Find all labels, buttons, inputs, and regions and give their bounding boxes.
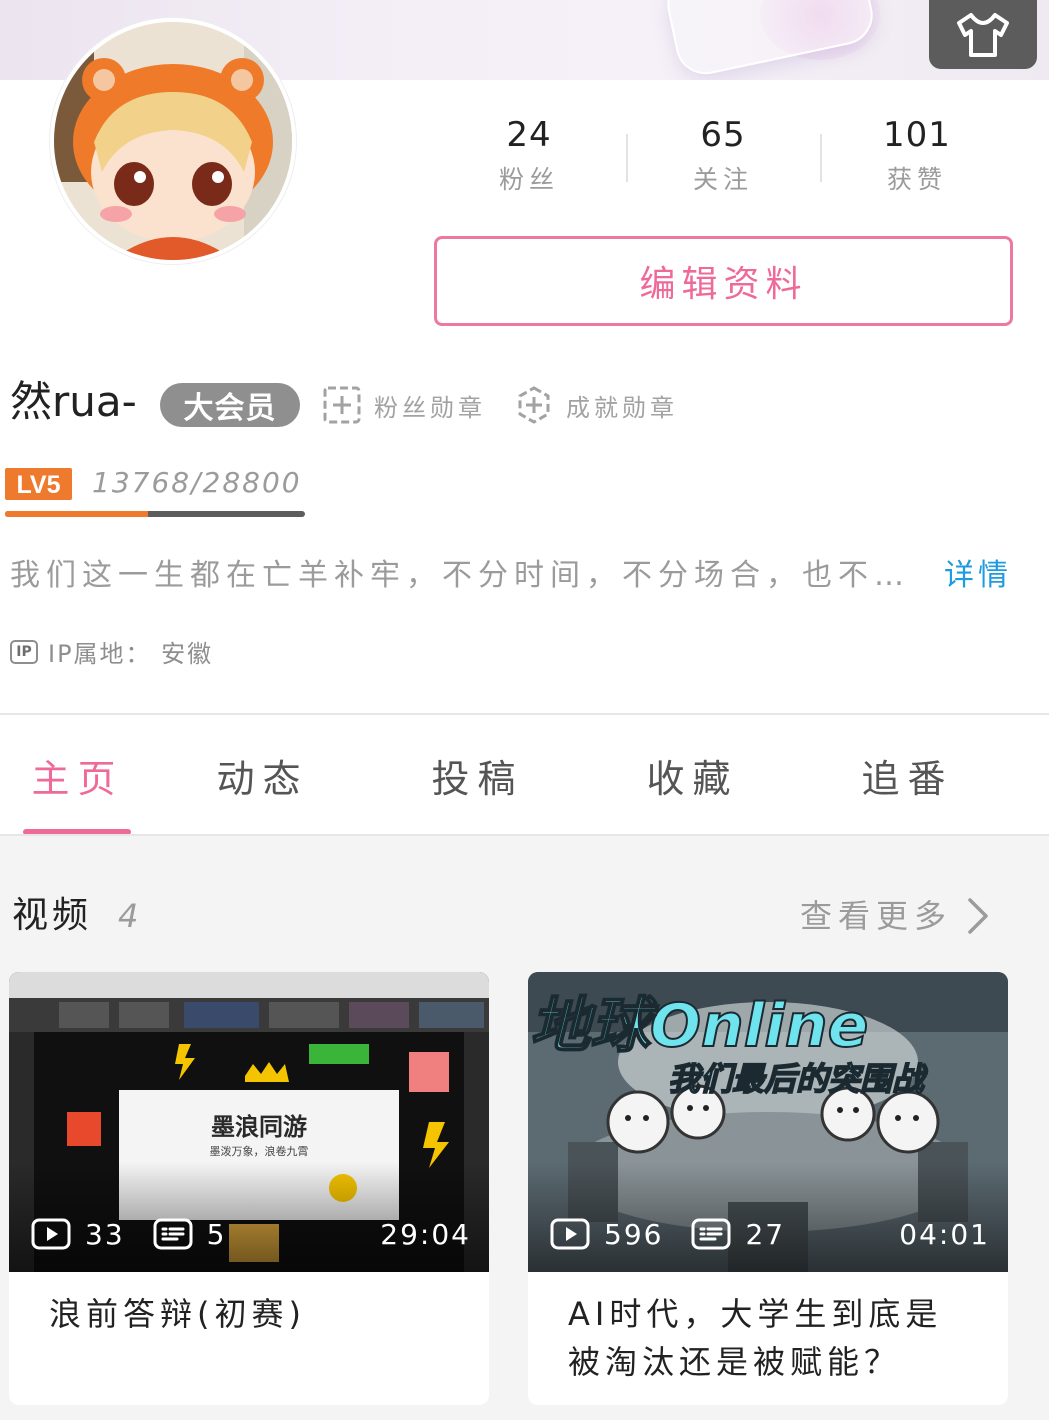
tab-label: 主页 xyxy=(31,756,124,801)
section-title: 视频 xyxy=(12,895,93,936)
video-meta: 33 5 29:04 xyxy=(31,1214,471,1254)
tab-label: 动态 xyxy=(216,756,309,801)
exp-progress-fill xyxy=(5,511,149,517)
add-achievement-icon xyxy=(518,386,550,424)
thumbnail-subtitle: 墨泼万象，浪卷九霄 xyxy=(210,1144,309,1158)
ip-location-text: IP属地： 安徽 xyxy=(48,640,214,668)
stat-value: 101 xyxy=(883,115,951,155)
stat-likes[interactable]: 101 获赞 xyxy=(820,110,1014,210)
video-card[interactable]: 地球Online 我们最后的突围战 596 27 04:01 AI时代，大学生到… xyxy=(528,972,1008,1405)
vip-badge[interactable]: 大会员 xyxy=(160,383,300,427)
avatar[interactable] xyxy=(50,18,296,264)
level-badge-text: LV5 xyxy=(17,471,61,499)
profile-tabs: 主页 动态 投稿 收藏 追番 xyxy=(0,715,1049,835)
play-count: 596 xyxy=(604,1217,664,1251)
stat-label: 获赞 xyxy=(886,165,947,194)
tab-home[interactable]: 主页 xyxy=(0,715,155,835)
bio-detail-link[interactable]: 详情 xyxy=(944,553,1012,599)
fan-medal-label: 粉丝勋章 xyxy=(374,393,486,422)
thumbnail-title: 墨浪同游 xyxy=(211,1112,307,1141)
stat-label: 粉丝 xyxy=(498,165,559,194)
edit-profile-button[interactable]: 编辑资料 xyxy=(434,236,1013,326)
stat-label: 关注 xyxy=(692,165,753,194)
tab-uploads[interactable]: 投稿 xyxy=(370,715,585,835)
play-count: 33 xyxy=(85,1217,125,1251)
play-count-icon xyxy=(550,1218,590,1250)
stat-fans[interactable]: 24 粉丝 xyxy=(432,110,626,210)
profile-stats: 24 粉丝 65 关注 101 获赞 xyxy=(432,110,1014,210)
achievement-medal-button[interactable]: 成就勋章 xyxy=(514,382,678,428)
see-more-link[interactable]: 查看更多 xyxy=(800,893,990,939)
video-duration: 29:04 xyxy=(380,1217,471,1251)
avatar-image xyxy=(54,22,292,260)
dress-up-button[interactable] xyxy=(929,0,1037,69)
danmaku-count: 5 xyxy=(206,1217,227,1251)
video-thumbnail: 墨浪同游 墨泼万象，浪卷九霄 33 5 29:04 xyxy=(9,972,489,1272)
thumbnail-subtitle: 我们最后的突围战 xyxy=(668,1060,928,1098)
ip-icon: IP xyxy=(10,639,38,664)
video-title: AI时代，大学生到底是被淘汰还是被赋能？ xyxy=(568,1295,943,1381)
video-duration: 04:01 xyxy=(899,1217,990,1251)
video-meta: 596 27 04:01 xyxy=(550,1214,990,1254)
exp-text: 13768/28800 xyxy=(92,466,302,499)
video-card[interactable]: 墨浪同游 墨泼万象，浪卷九霄 33 5 29:04 浪前答辩(初赛) xyxy=(9,972,489,1405)
bio-text: 我们这一生都在亡羊补牢，不分时间，不分场合，也不… xyxy=(10,558,910,593)
danmaku-icon xyxy=(153,1218,193,1250)
tshirt-icon xyxy=(957,12,1009,57)
tab-label: 追番 xyxy=(861,756,954,801)
stat-following[interactable]: 65 关注 xyxy=(626,110,820,210)
stat-value: 24 xyxy=(506,115,552,155)
add-medal-icon xyxy=(323,386,361,424)
level-badge[interactable]: LV5 xyxy=(5,468,72,500)
thumbnail-title: 地球Online xyxy=(530,991,868,1061)
section-count: 4 xyxy=(118,897,139,935)
tab-bangumi[interactable]: 追番 xyxy=(800,715,1015,835)
ip-location: IP IP属地： 安徽 xyxy=(10,634,213,669)
danmaku-icon xyxy=(691,1218,731,1250)
tab-label: 收藏 xyxy=(646,756,739,801)
achievement-medal-label: 成就勋章 xyxy=(566,393,678,422)
tab-favorites[interactable]: 收藏 xyxy=(585,715,800,835)
see-more-label: 查看更多 xyxy=(800,897,953,935)
play-count-icon xyxy=(31,1218,71,1250)
fan-medal-button[interactable]: 粉丝勋章 xyxy=(322,382,486,428)
banner-decoration xyxy=(661,0,879,80)
username: 然rua- xyxy=(10,377,137,426)
tab-label: 投稿 xyxy=(431,756,524,801)
danmaku-count: 27 xyxy=(745,1217,786,1251)
stat-value: 65 xyxy=(700,115,746,155)
exp-progress-bar xyxy=(5,511,305,517)
video-thumbnail: 地球Online 我们最后的突围战 596 27 04:01 xyxy=(528,972,1008,1272)
video-title: 浪前答辩(初赛) xyxy=(49,1295,306,1333)
chevron-right-icon xyxy=(968,898,988,934)
tab-dynamics[interactable]: 动态 xyxy=(155,715,370,835)
